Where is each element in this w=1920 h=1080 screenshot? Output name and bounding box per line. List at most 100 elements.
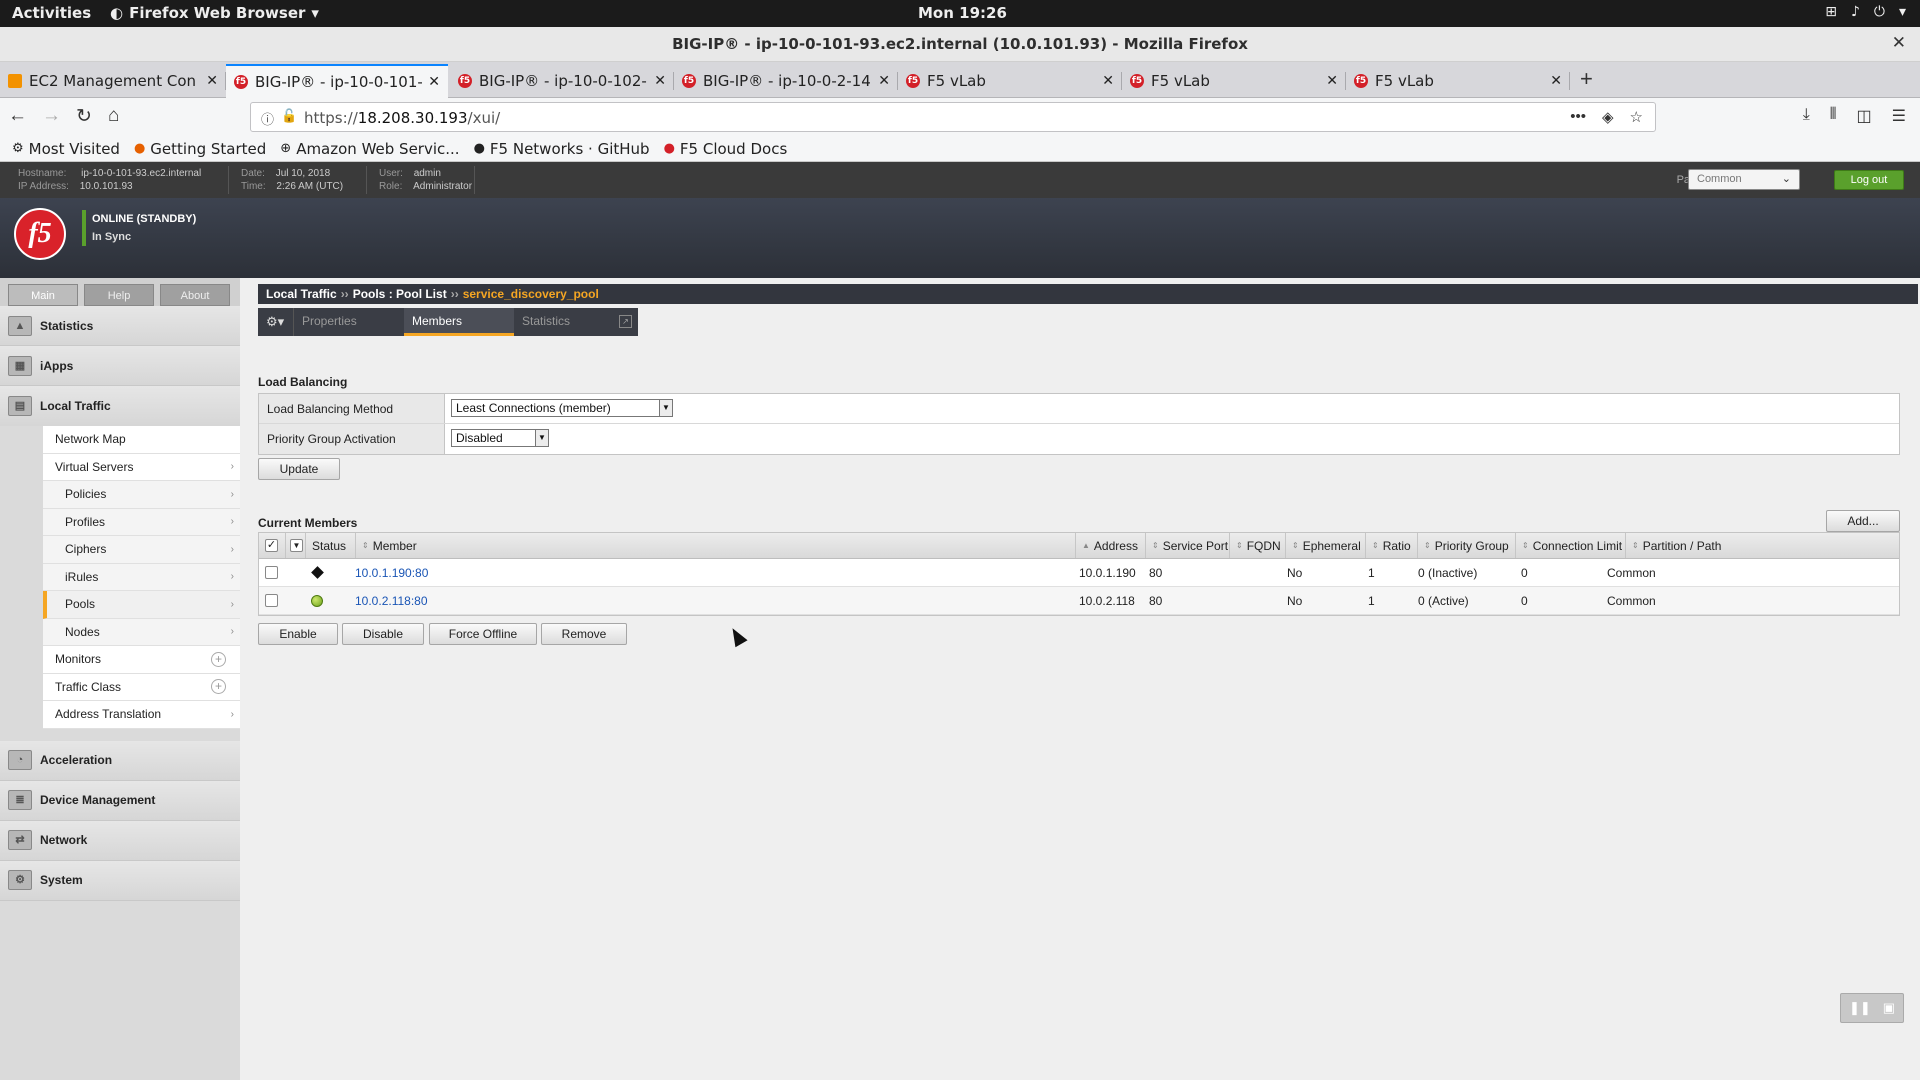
bookmark-f5-cloud-docs[interactable]: ● F5 Cloud Docs xyxy=(664,140,788,158)
system-tray[interactable]: ⊞ ♪ ⏻ ▾ xyxy=(1825,4,1906,20)
close-tab-icon[interactable]: ✕ xyxy=(1326,73,1338,89)
breadcrumb-pool-list[interactable]: Pools : Pool List xyxy=(353,287,447,301)
page-actions-icon[interactable]: ••• xyxy=(1570,108,1586,126)
pga-select[interactable]: Disabled ▼ xyxy=(451,429,549,447)
url-bar[interactable]: ⓘ 🔓 https://18.208.30.193/xui/ ••• ◈ ☆ xyxy=(250,102,1656,132)
tab-properties[interactable]: Properties xyxy=(294,308,404,336)
partition-select[interactable]: Common ⌄ xyxy=(1688,169,1800,190)
nav-statistics[interactable]: ▲ Statistics xyxy=(0,306,240,346)
add-member-button[interactable]: Add... xyxy=(1826,510,1900,532)
close-tab-icon[interactable]: ✕ xyxy=(1102,73,1114,89)
remove-button[interactable]: Remove xyxy=(541,623,627,645)
download-icon[interactable]: ⤓ xyxy=(1803,106,1810,126)
pocket-icon[interactable]: ◈ xyxy=(1602,108,1614,126)
chevron-right-icon: › xyxy=(230,488,234,500)
enable-button[interactable]: Enable xyxy=(258,623,338,645)
table-row[interactable]: 10.0.2.118:80 10.0.2.118 80 No 1 0 (Acti… xyxy=(259,587,1899,615)
reload-icon[interactable]: ↻ xyxy=(76,105,92,128)
sidebar-item-ciphers[interactable]: Ciphers › xyxy=(43,536,240,564)
nav-local-traffic[interactable]: ▤ Local Traffic xyxy=(0,386,240,426)
app-menu[interactable]: ◐ Firefox Web Browser ▾ xyxy=(110,4,319,22)
column-ephemeral[interactable]: ⇕ Ephemeral xyxy=(1285,533,1365,558)
tab-about[interactable]: About xyxy=(160,284,230,306)
library-icon[interactable]: ⫴ xyxy=(1830,106,1837,126)
column-priority-group[interactable]: ⇕ Priority Group xyxy=(1417,533,1515,558)
browser-tab-active[interactable]: f5 BIG-IP® - ip-10-0-101- ✕ xyxy=(226,64,448,98)
browser-tab[interactable]: f5 BIG-IP® - ip-10-0-2-14 ✕ xyxy=(674,64,898,98)
browser-tab[interactable]: f5 F5 vLab ✕ xyxy=(1346,64,1570,98)
sidebar-item-profiles[interactable]: Profiles › xyxy=(43,508,240,536)
browser-tab[interactable]: f5 F5 vLab ✕ xyxy=(898,64,1122,98)
gear-icon[interactable]: ⚙▾ xyxy=(258,308,294,336)
sidebar-item-network-map[interactable]: Network Map xyxy=(43,426,240,454)
forward-arrow-icon[interactable]: → xyxy=(42,105,61,127)
browser-tab[interactable]: f5 F5 vLab ✕ xyxy=(1122,64,1346,98)
bookmark-star-icon[interactable]: ☆ xyxy=(1630,108,1643,126)
nav-device-management[interactable]: ≣ Device Management xyxy=(0,780,240,821)
sidebar-icon[interactable]: ◫ xyxy=(1857,106,1872,126)
update-button[interactable]: Update xyxy=(258,458,340,480)
back-arrow-icon[interactable]: ← xyxy=(8,105,27,127)
add-icon[interactable]: + xyxy=(211,651,226,667)
sidebar-item-pools[interactable]: Pools › xyxy=(43,591,240,619)
f5-logo[interactable]: f5 xyxy=(14,208,66,260)
insecure-lock-icon[interactable]: 🔓 xyxy=(281,108,297,124)
sidebar-item-address-translation[interactable]: Address Translation › xyxy=(43,701,240,729)
bookmark-aws[interactable]: ⊕ Amazon Web Servic... xyxy=(280,140,459,158)
lb-method-select[interactable]: Least Connections (member) ▼ xyxy=(451,399,673,417)
column-partition-path[interactable]: ⇕ Partition / Path xyxy=(1625,533,1899,558)
tab-help[interactable]: Help xyxy=(84,284,154,306)
close-window-icon[interactable]: ✕ xyxy=(1892,33,1906,53)
add-icon[interactable]: + xyxy=(211,679,226,695)
member-link[interactable]: 10.0.2.118:80 xyxy=(355,587,428,614)
logout-button[interactable]: Log out xyxy=(1834,170,1904,190)
nav-system[interactable]: ⚙ System xyxy=(0,860,240,901)
bookmark-most-visited[interactable]: ⚙ Most Visited xyxy=(12,140,120,158)
nav-acceleration[interactable]: ◔ Acceleration xyxy=(0,740,240,781)
column-fqdn[interactable]: ⇕ FQDN xyxy=(1229,533,1285,558)
select-menu[interactable]: ▼ xyxy=(285,533,305,558)
column-status[interactable]: Status xyxy=(305,533,355,558)
sidebar-item-monitors[interactable]: Monitors + xyxy=(43,646,240,674)
help-widget[interactable]: ❚❚ ▣ xyxy=(1840,993,1904,1023)
sidebar-item-policies[interactable]: Policies › xyxy=(43,481,240,509)
sidebar-item-traffic-class[interactable]: Traffic Class + xyxy=(43,674,240,701)
tab-members[interactable]: Members xyxy=(404,308,514,336)
member-link[interactable]: 10.0.1.190:80 xyxy=(355,559,428,586)
select-all-checkbox[interactable]: ✓ xyxy=(259,533,285,558)
close-tab-icon[interactable]: ✕ xyxy=(878,73,890,89)
column-service-port[interactable]: ⇕ Service Port xyxy=(1145,533,1229,558)
browser-tab[interactable]: EC2 Management Con ✕ xyxy=(0,64,226,98)
nav-network[interactable]: ⇄ Network xyxy=(0,820,240,861)
nav-iapps[interactable]: ▦ iApps xyxy=(0,346,240,386)
device-status[interactable]: ONLINE (STANDBY) In Sync xyxy=(82,210,196,246)
sidebar-item-irules[interactable]: iRules › xyxy=(43,563,240,591)
new-tab-button[interactable]: + xyxy=(1580,66,1593,92)
force-offline-button[interactable]: Force Offline xyxy=(429,623,537,645)
bookmark-f5-github[interactable]: ● F5 Networks · GitHub xyxy=(474,140,650,158)
hamburger-menu-icon[interactable]: ☰ xyxy=(1892,106,1906,126)
row-checkbox[interactable] xyxy=(265,587,278,614)
breadcrumb-local-traffic[interactable]: Local Traffic xyxy=(266,287,337,301)
close-tab-icon[interactable]: ✕ xyxy=(654,73,666,89)
close-tab-icon[interactable]: ✕ xyxy=(1550,73,1562,89)
tab-main[interactable]: Main xyxy=(8,284,78,306)
column-connection-limit[interactable]: ⇕ Connection Limit xyxy=(1515,533,1625,558)
sidebar-item-virtual-servers[interactable]: Virtual Servers › xyxy=(43,454,240,481)
info-icon[interactable]: ⓘ xyxy=(261,109,274,128)
column-address[interactable]: ▲ Address xyxy=(1075,533,1145,558)
disable-button[interactable]: Disable xyxy=(342,623,424,645)
close-tab-icon[interactable]: ✕ xyxy=(428,74,440,90)
column-member[interactable]: ⇕ Member xyxy=(355,533,1075,558)
browser-tab[interactable]: f5 BIG-IP® - ip-10-0-102- ✕ xyxy=(450,64,674,98)
sidebar-item-nodes[interactable]: Nodes › xyxy=(43,618,240,646)
clock[interactable]: Mon 19:26 xyxy=(918,4,1007,22)
activities-button[interactable]: Activities xyxy=(12,4,91,22)
popout-icon[interactable]: ↗ xyxy=(619,315,632,328)
home-icon[interactable]: ⌂ xyxy=(108,105,119,127)
table-row[interactable]: 10.0.1.190:80 10.0.1.190 80 No 1 0 (Inac… xyxy=(259,559,1899,587)
row-checkbox[interactable] xyxy=(265,559,278,586)
close-tab-icon[interactable]: ✕ xyxy=(206,73,218,89)
bookmark-getting-started[interactable]: ● Getting Started xyxy=(134,140,266,158)
column-ratio[interactable]: ⇕ Ratio xyxy=(1365,533,1417,558)
